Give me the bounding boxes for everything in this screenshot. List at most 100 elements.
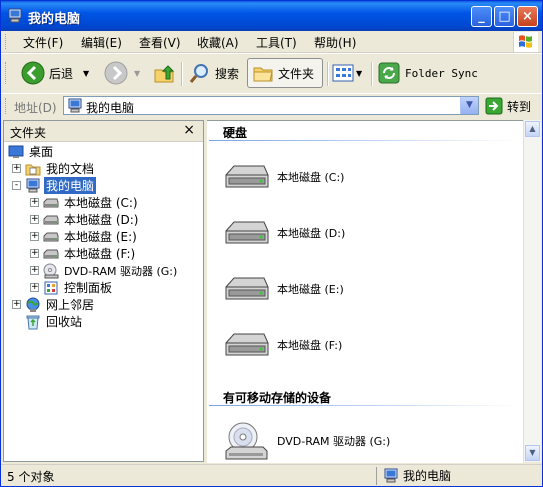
vertical-scrollbar[interactable]: ▲ ▼ <box>523 120 541 462</box>
search-icon <box>189 64 208 83</box>
up-button[interactable] <box>152 58 176 88</box>
hard-drive-icon <box>225 165 269 188</box>
menu-favorites[interactable]: 收藏(A) <box>197 34 239 51</box>
address-grip[interactable] <box>5 98 9 114</box>
sync-icon <box>378 62 400 84</box>
forward-dropdown-icon[interactable]: ▼ <box>134 69 140 78</box>
status-bar: 5 个对象 我的电脑 <box>1 464 542 486</box>
hard-drive-icon <box>43 232 59 241</box>
standard-toolbar: 后退 ▼ ▼ 搜索 文件夹 ▼ Folder Sync <box>1 53 542 94</box>
desktop-icon <box>8 145 24 158</box>
window-title: 我的电脑 <box>28 12 81 27</box>
dvd-drive-icon <box>43 263 59 278</box>
expand-icon[interactable]: + <box>30 232 39 241</box>
windows-logo <box>513 32 538 52</box>
folder-sync-button[interactable]: Folder Sync <box>377 58 478 88</box>
tree-item-my-documents[interactable]: + 我的文档 <box>12 160 96 177</box>
menu-view[interactable]: 查看(V) <box>139 34 181 51</box>
tree-item-dvd-drive[interactable]: + DVD-RAM 驱动器 (G:) <box>30 262 179 279</box>
tree-item-my-computer[interactable]: - 我的电脑 <box>12 177 97 194</box>
expand-icon[interactable]: + <box>30 249 39 258</box>
status-location: 我的电脑 <box>383 467 451 484</box>
menu-tools[interactable]: 工具(T) <box>256 34 297 51</box>
menu-edit[interactable]: 编辑(E) <box>81 34 122 51</box>
go-button[interactable]: 转到 <box>485 97 531 115</box>
go-arrow-icon <box>485 97 503 115</box>
folder-up-icon <box>154 65 175 83</box>
folder-tree-pane: 文件夹 × 桌面 + 我的文档 - 我的电脑 + 本地磁盘 (C:) + 本地磁… <box>3 120 204 462</box>
menu-help[interactable]: 帮助(H) <box>314 34 356 51</box>
my-computer-icon <box>8 8 22 23</box>
menu-grip[interactable] <box>5 34 9 49</box>
hard-drive-icon <box>225 277 269 300</box>
recycle-bin-icon <box>26 315 40 329</box>
close-button[interactable]: × <box>517 6 538 27</box>
group-divider <box>209 140 519 141</box>
documents-folder-icon <box>25 164 41 175</box>
hard-drive-icon <box>225 333 269 356</box>
folder-icon <box>253 67 273 82</box>
maximize-button[interactable]: □ <box>494 6 515 27</box>
drive-f[interactable]: 本地磁盘 (F:) <box>223 329 342 361</box>
address-value: 我的电脑 <box>86 101 135 115</box>
expand-icon[interactable]: + <box>30 215 39 224</box>
my-computer-icon <box>26 178 40 192</box>
address-dropdown-icon[interactable]: ▼ <box>460 97 478 114</box>
scroll-up-icon[interactable]: ▲ <box>525 121 540 137</box>
views-dropdown-icon[interactable]: ▼ <box>356 69 362 78</box>
hard-drive-icon <box>43 249 59 258</box>
toolbar-grip[interactable] <box>5 62 9 84</box>
windows-flag-icon <box>519 35 532 48</box>
hard-drive-icon <box>225 221 269 244</box>
explorer-window: 我的电脑 _ □ × 文件(F) 编辑(E) 查看(V) 收藏(A) 工具(T)… <box>0 0 543 487</box>
content-pane: 硬盘 本地磁盘 (C:) 本地磁盘 (D:) 本地磁盘 (E:) 本地磁盘 (F… <box>207 120 523 463</box>
views-grid-icon <box>332 64 354 82</box>
dvd-drive-icon <box>225 422 268 460</box>
expand-icon[interactable]: + <box>30 283 39 292</box>
minimize-button[interactable]: _ <box>471 6 492 27</box>
tree-item-network-places[interactable]: + 网上邻居 <box>12 296 96 313</box>
expand-icon[interactable]: + <box>12 300 21 309</box>
folders-button[interactable]: 文件夹 <box>247 58 323 88</box>
control-panel-icon <box>44 281 58 294</box>
expand-icon[interactable]: + <box>30 198 39 207</box>
drive-d[interactable]: 本地磁盘 (D:) <box>223 217 345 249</box>
my-computer-icon <box>384 468 398 482</box>
scroll-down-icon[interactable]: ▼ <box>525 445 540 461</box>
back-arrow-icon <box>21 61 45 85</box>
tree-item-drive-d[interactable]: + 本地磁盘 (D:) <box>30 211 140 228</box>
tree-item-drive-c[interactable]: + 本地磁盘 (C:) <box>30 194 140 211</box>
tree-item-recycle-bin[interactable]: 回收站 <box>25 313 84 330</box>
tree-item-desktop[interactable]: 桌面 <box>8 143 55 160</box>
folder-pane-close-icon[interactable]: × <box>183 122 195 138</box>
folder-pane-header: 文件夹 × <box>4 121 203 142</box>
drive-c[interactable]: 本地磁盘 (C:) <box>223 161 344 193</box>
views-button[interactable]: ▼ <box>332 58 362 88</box>
hard-drive-icon <box>43 215 59 224</box>
group-divider <box>209 405 519 406</box>
tree-item-drive-e[interactable]: + 本地磁盘 (E:) <box>30 228 139 245</box>
dvd-drive-g[interactable]: DVD-RAM 驱动器 (G:) <box>223 421 390 461</box>
forward-button[interactable]: ▼ <box>104 58 140 88</box>
menu-bar: 文件(F) 编辑(E) 查看(V) 收藏(A) 工具(T) 帮助(H) <box>1 31 542 53</box>
network-globe-icon <box>26 297 40 312</box>
expand-icon[interactable]: + <box>30 266 39 275</box>
address-label: 地址(D) <box>14 101 57 115</box>
collapse-icon[interactable]: - <box>12 181 21 190</box>
title-bar[interactable]: 我的电脑 _ □ × <box>1 1 542 31</box>
menu-file[interactable]: 文件(F) <box>23 34 63 51</box>
drive-e[interactable]: 本地磁盘 (E:) <box>223 273 344 305</box>
expand-icon[interactable]: + <box>12 164 21 173</box>
forward-arrow-icon <box>104 61 128 85</box>
address-bar: 地址(D) 我的电脑 ▼ 转到 <box>1 93 542 119</box>
back-button[interactable]: 后退 ▼ <box>21 58 89 88</box>
search-button[interactable]: 搜索 <box>189 58 239 88</box>
back-dropdown-icon[interactable]: ▼ <box>83 69 89 78</box>
tree-item-drive-f[interactable]: + 本地磁盘 (F:) <box>30 245 137 262</box>
group-header-hard-disks: 硬盘 <box>223 126 248 140</box>
group-header-removable: 有可移动存储的设备 <box>223 391 332 405</box>
tree-item-control-panel[interactable]: + 控制面板 <box>30 279 114 296</box>
folder-pane-title: 文件夹 <box>10 126 47 140</box>
address-input[interactable]: 我的电脑 ▼ <box>63 96 479 115</box>
my-computer-icon <box>68 98 82 113</box>
